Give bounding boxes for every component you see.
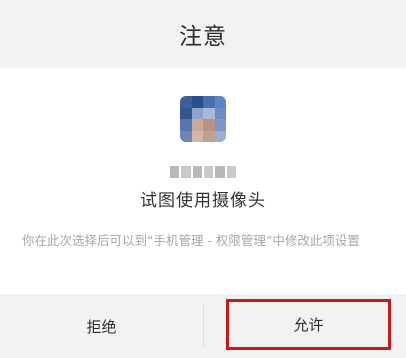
allow-button[interactable]: 允许 (226, 299, 391, 350)
app-name-redacted (170, 166, 236, 178)
settings-hint-text: 你在此次选择后可以到“手机管理 - 权限管理”中修改此项设置 (22, 233, 360, 248)
dialog-title: 注意 (179, 24, 227, 50)
button-divider (203, 304, 204, 348)
dialog-header: 注意 (0, 0, 406, 68)
app-icon (180, 96, 226, 142)
permission-dialog: 注意 试图使用摄像头 你在此次选择后可以到“手机管理 - 权限管理”中修改此项设… (0, 0, 406, 358)
deny-button[interactable]: 拒绝 (0, 294, 203, 358)
dialog-button-bar: 拒绝 允许 (0, 294, 406, 358)
permission-request-text: 试图使用摄像头 (140, 191, 266, 211)
